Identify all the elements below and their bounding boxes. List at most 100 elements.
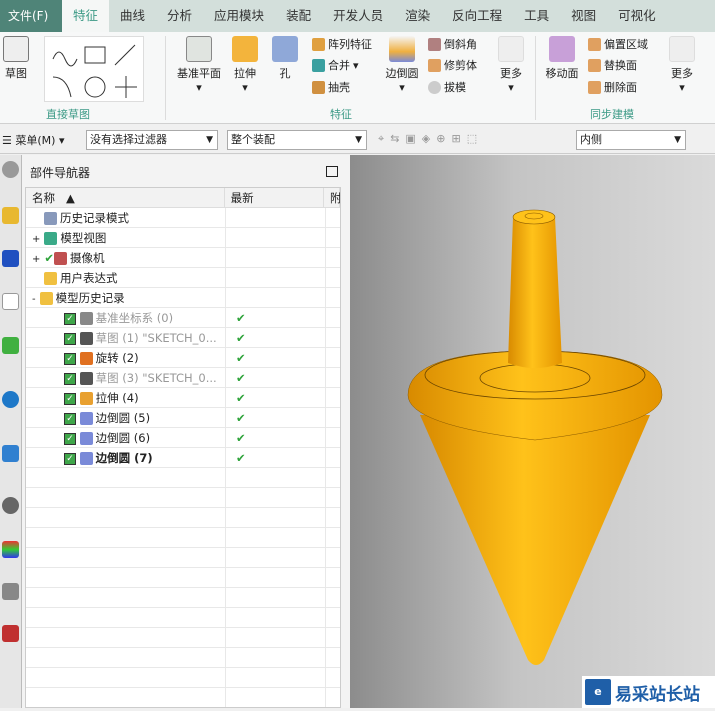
maximize-button[interactable]: [326, 166, 338, 177]
tree-row-label: 模型视图: [60, 231, 107, 245]
column-attached[interactable]: 附: [324, 188, 340, 207]
visibility-checkbox[interactable]: ✓: [64, 392, 76, 405]
history-icon[interactable]: [2, 445, 19, 462]
file-menu[interactable]: 文件(F): [0, 0, 62, 32]
unite-button[interactable]: 合并 ▾: [312, 57, 359, 73]
sketch-curve-gallery[interactable]: [44, 36, 144, 102]
trim-body-button[interactable]: 修剪体: [428, 57, 477, 73]
tab-0[interactable]: 特征: [62, 0, 110, 32]
latest-status: ✔: [226, 348, 326, 367]
process-studio-icon[interactable]: [2, 583, 19, 600]
system-material-icon[interactable]: [2, 541, 19, 558]
visibility-checkbox[interactable]: ✓: [64, 352, 76, 365]
tree-row[interactable]: ✓ 基准坐标系 (0) ✔: [26, 308, 340, 328]
edge-blend-button[interactable]: 边倒圆 ▾: [382, 36, 422, 94]
datum-plane-button[interactable]: 基准平面 ▾: [174, 36, 224, 94]
tree-row[interactable]: ✓ 边倒圆 (6) ✔: [26, 428, 340, 448]
expander-icon[interactable]: +: [32, 234, 40, 245]
latest-status: ✔: [226, 408, 326, 427]
snap-mode-dropdown[interactable]: 内侧 ▼: [576, 130, 686, 150]
selection-filter-dropdown[interactable]: 没有选择过滤器 ▼: [86, 130, 218, 150]
visibility-checkbox[interactable]: ✓: [64, 312, 76, 325]
tree-row-label: 旋转 (2): [95, 351, 139, 365]
tree-row[interactable]: + 模型视图: [26, 228, 340, 248]
delete-face-button[interactable]: 删除面: [588, 79, 637, 95]
assembly-navigator-icon[interactable]: [2, 207, 19, 224]
sketch-icon: [79, 372, 93, 385]
empty-row: [26, 688, 340, 707]
draft-button[interactable]: 拔模: [428, 79, 466, 95]
empty-row: [26, 668, 340, 688]
column-name[interactable]: 名称 ▲: [26, 188, 225, 207]
tree-row[interactable]: ✓ 边倒圆 (7) ✔: [26, 448, 340, 468]
tree-row[interactable]: + ✔ 摄像机: [26, 248, 340, 268]
sketch-button[interactable]: 草图: [2, 36, 30, 81]
tree-cell-name: ✓ 旋转 (2): [26, 348, 226, 367]
tree-cell-name: 用户表达式: [26, 268, 226, 287]
clock-icon[interactable]: [2, 497, 19, 514]
tree-row[interactable]: ✓ 边倒圆 (5) ✔: [26, 408, 340, 428]
visibility-checkbox[interactable]: ✓: [64, 412, 76, 425]
folder-icon: [44, 272, 57, 285]
part-navigator-icon[interactable]: [2, 293, 19, 310]
empty-row: [26, 508, 340, 528]
tab-7[interactable]: 反向工程: [441, 0, 513, 32]
offset-region-button[interactable]: 偏置区域: [588, 36, 648, 52]
latest-status: ✔: [226, 448, 326, 467]
extrude-button[interactable]: 拉伸 ▾: [228, 36, 262, 94]
pattern-icon: [312, 37, 325, 51]
replace-face-button[interactable]: 替换面: [588, 57, 637, 73]
tree-row[interactable]: 用户表达式: [26, 268, 340, 288]
tab-2[interactable]: 分析: [156, 0, 203, 32]
hole-button[interactable]: 孔: [270, 36, 300, 81]
tree-row[interactable]: ✓ 拉伸 (4) ✔: [26, 388, 340, 408]
roles-icon[interactable]: [2, 625, 19, 642]
move-face-button[interactable]: 移动面: [542, 36, 582, 81]
clock-icon: [44, 212, 57, 225]
shell-button[interactable]: 抽壳: [312, 79, 350, 95]
tree-cell-name: + ✔ 摄像机: [26, 248, 226, 267]
tree-row[interactable]: - 模型历史记录: [26, 288, 340, 308]
reuse-library-icon[interactable]: [2, 337, 19, 354]
model-view-icon: [44, 232, 58, 245]
tab-6[interactable]: 渲染: [394, 0, 441, 32]
tree-row-label: 摄像机: [70, 251, 105, 265]
settings-icon[interactable]: [2, 161, 19, 178]
visibility-checkbox[interactable]: ✓: [64, 332, 76, 345]
datum-plane-icon: [186, 36, 212, 62]
delete-face-icon: [588, 80, 601, 94]
tab-4[interactable]: 装配: [275, 0, 322, 32]
tree-row[interactable]: ✓ 草图 (3) "SKETCH_0... ✔: [26, 368, 340, 388]
tree-row[interactable]: ✓ 旋转 (2) ✔: [26, 348, 340, 368]
tab-10[interactable]: 可视化: [607, 0, 667, 32]
column-latest[interactable]: 最新: [225, 188, 324, 207]
tab-9[interactable]: 视图: [560, 0, 607, 32]
tab-8[interactable]: 工具: [513, 0, 560, 32]
expander-icon[interactable]: +: [32, 254, 40, 265]
graphics-viewport[interactable]: [350, 155, 715, 708]
visibility-checkbox[interactable]: ✓: [64, 452, 76, 465]
visibility-checkbox[interactable]: ✓: [64, 432, 76, 445]
tree-row[interactable]: 历史记录模式: [26, 208, 340, 228]
tree-cell-name: - 模型历史记录: [26, 288, 226, 307]
latest-status: [226, 288, 326, 307]
tab-3[interactable]: 应用模块: [203, 0, 275, 32]
tab-1[interactable]: 曲线: [109, 0, 156, 32]
empty-row: [26, 468, 340, 488]
tree-cell-name: 历史记录模式: [26, 208, 226, 227]
latest-status: ✔: [226, 328, 326, 347]
pattern-feature-button[interactable]: 阵列特征: [312, 36, 372, 52]
tree-row[interactable]: ✓ 草图 (1) "SKETCH_0... ✔: [26, 328, 340, 348]
chamfer-button[interactable]: 倒斜角: [428, 36, 477, 52]
visibility-checkbox[interactable]: ✓: [64, 372, 76, 385]
snap-tools-icon[interactable]: ⌖⇆▣◈⊕⊞⬚: [378, 132, 483, 146]
constraint-navigator-icon[interactable]: [2, 250, 19, 267]
tab-5[interactable]: 开发人员: [322, 0, 394, 32]
scope-dropdown[interactable]: 整个装配 ▼: [227, 130, 367, 150]
expander-icon[interactable]: -: [32, 294, 36, 305]
menu-button[interactable]: ☰ 菜单(M) ▾: [2, 132, 64, 148]
web-browser-icon[interactable]: [2, 391, 19, 408]
latest-status: ✔: [226, 428, 326, 447]
more-features-button[interactable]: 更多 ▾: [495, 36, 527, 94]
more-sync-button[interactable]: 更多 ▾: [665, 36, 699, 94]
